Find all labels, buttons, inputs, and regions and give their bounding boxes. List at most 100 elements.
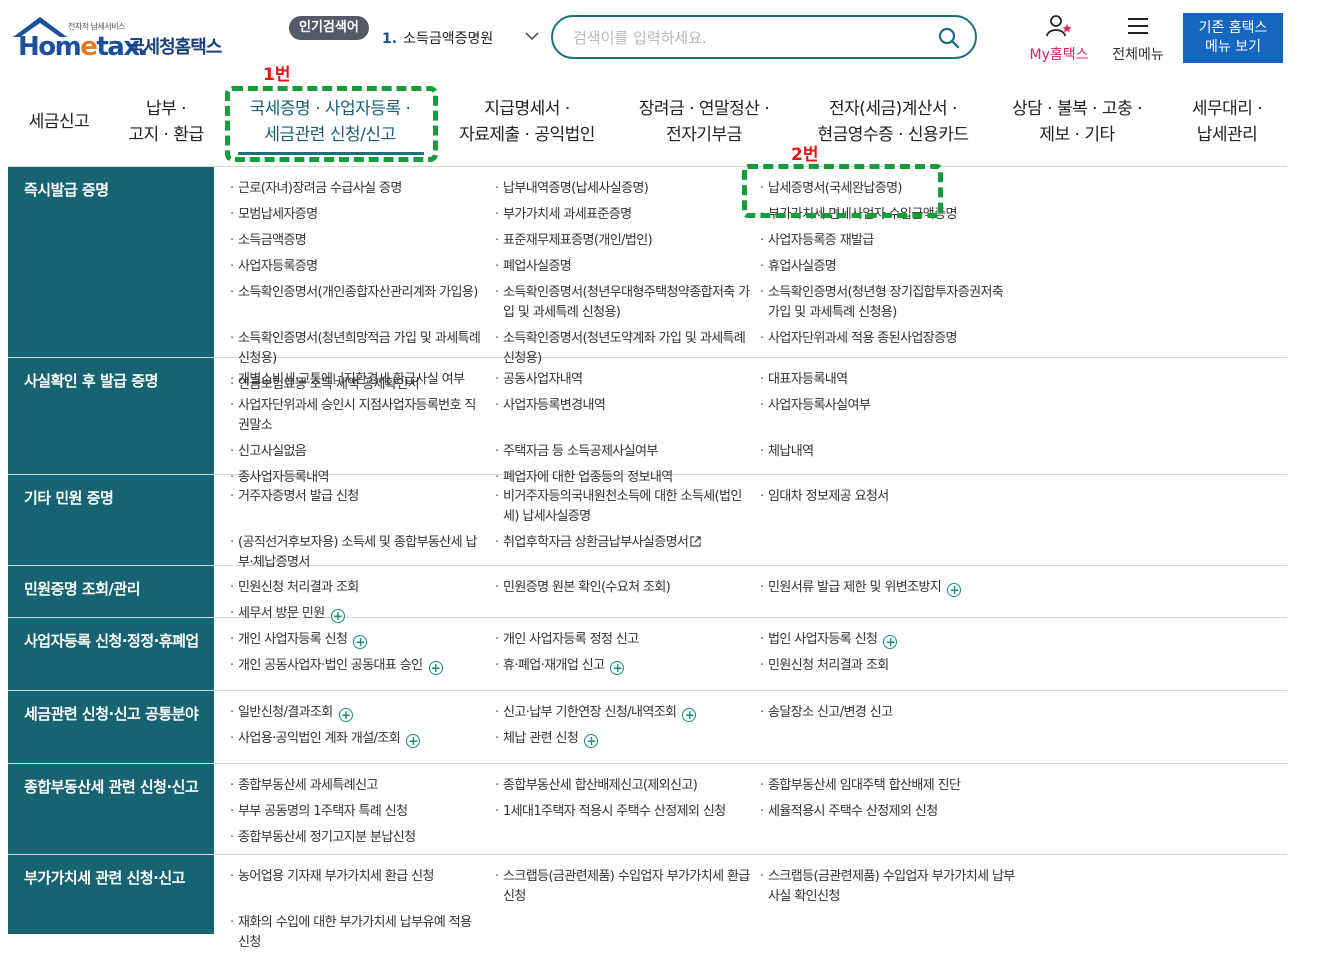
- chevron-down-icon[interactable]: [524, 29, 540, 43]
- external-link-icon[interactable]: [690, 536, 701, 547]
- nav-consult[interactable]: 상담 · 불복 · 고충 · 제보 · 기타: [998, 78, 1156, 166]
- menu-table: 즉시발급 증명 근로(자녀)장려금 수급사실 증명 납부내역증명(납세사실증명) 납세…: [8, 166, 1287, 950]
- menu-link[interactable]: 민원서류 발급 제한 및 위변조방지 +: [758, 578, 1023, 598]
- menu-link[interactable]: 신고사실없음: [228, 442, 493, 462]
- menu-link[interactable]: 사업자등록사실여부: [758, 396, 1023, 436]
- plus-circle-icon[interactable]: +: [947, 583, 962, 597]
- menu-link[interactable]: 농어업용 기자재 부가가치세 환급 신청: [228, 867, 493, 907]
- menu-link[interactable]: 개인 사업자등록 정정 신고: [493, 630, 758, 650]
- menu-link-label: 휴·폐업·재개업 신고: [503, 658, 605, 673]
- menu-link[interactable]: 스크랩등(금관련제품) 수입업자 부가가치세 환급신청: [493, 867, 758, 907]
- menu-link-label: 폐업사실증명: [503, 259, 572, 274]
- menu-link[interactable]: 신고·납부 기한연장 신청/내역조회 +: [493, 703, 758, 723]
- menu-link[interactable]: 비거주자등의국내원천소득에 대한 소득세(법인세) 납세사실증명: [493, 487, 758, 527]
- menu-link[interactable]: 개인 공동사업자·법인 공동대표 승인 +: [228, 656, 493, 676]
- menu-link[interactable]: 종합부동산세 합산배제신고(제외신고): [493, 776, 758, 796]
- menu-link-label: 취업후학자금 상환금납부사실증명서: [503, 535, 689, 550]
- menu-link[interactable]: 대표자등록내역: [758, 370, 1023, 390]
- menu-link[interactable]: 휴·폐업·재개업 신고 +: [493, 656, 758, 676]
- plus-circle-icon[interactable]: +: [330, 609, 345, 623]
- section-links: 근로(자녀)장려금 수급사실 증명 납부내역증명(납세사실증명) 납세증명서(국세완…: [214, 167, 1287, 395]
- menu-link[interactable]: 임대차 정보제공 요청서: [758, 487, 1023, 527]
- menu-link[interactable]: 폐업자에 대한 업종등의 정보내역: [493, 468, 758, 488]
- menu-link[interactable]: 공동사업자내역: [493, 370, 758, 390]
- menu-link[interactable]: 민원신청 처리결과 조회: [758, 656, 1023, 676]
- menu-link[interactable]: 휴업사실증명: [758, 257, 1023, 277]
- menu-link[interactable]: 종합부동산세 과세특례신고: [228, 776, 493, 796]
- menu-link[interactable]: 체납내역: [758, 442, 1023, 462]
- menu-link[interactable]: 근로(자녀)장려금 수급사실 증명: [228, 179, 493, 199]
- plus-circle-icon[interactable]: +: [610, 661, 625, 675]
- menu-link[interactable]: 사업자등록증명: [228, 257, 493, 277]
- plus-circle-icon[interactable]: +: [353, 635, 368, 649]
- menu-link-label: 소득확인증명서(청년우대형주택청약종합저축 가입 및 과세특례 신청용): [503, 285, 750, 320]
- menu-link-label: 스크랩등(금관련제품) 수입업자 부가가치세 환급신청: [503, 869, 750, 904]
- menu-link[interactable]: 일반신청/결과조회 +: [228, 703, 493, 723]
- plus-circle-icon[interactable]: +: [584, 734, 599, 748]
- menu-link[interactable]: 부가가치세 면세사업자 수입금액증명: [758, 205, 1023, 225]
- menu-link[interactable]: 사업용·공익법인 계좌 개설/조회 +: [228, 729, 493, 749]
- plus-circle-icon[interactable]: +: [883, 635, 898, 649]
- menu-link[interactable]: 소득확인증명서(청년희망적금 가입 및 과세특례 신청용): [228, 329, 493, 369]
- section-title: 즉시발급 증명: [8, 167, 214, 357]
- menu-link[interactable]: 재화의 수입에 대한 부가가치세 납부유예 적용 신청: [228, 913, 493, 953]
- menu-link[interactable]: 세무서 방문 민원 +: [228, 604, 493, 624]
- hometax-logo[interactable]: 전자적 납세서비스 Hometax. 국세청홈택스: [10, 15, 230, 65]
- menu-link[interactable]: 거주자증명서 발급 신청: [228, 487, 493, 527]
- menu-link[interactable]: 민원신청 처리결과 조회: [228, 578, 493, 598]
- menu-link[interactable]: 1세대1주택자 적용시 주택수 산정제외 신청: [493, 802, 758, 822]
- menu-link[interactable]: 사업자단위과세 적용 종된사업장증명: [758, 329, 1023, 369]
- menu-link[interactable]: 납세증명서(국세완납증명): [758, 179, 1023, 199]
- menu-link[interactable]: 사업자등록증 재발급: [758, 231, 1023, 251]
- menu-link[interactable]: 사업자등록변경내역: [493, 396, 758, 436]
- menu-link[interactable]: 개별소비세·교통에너지환경세 환급사실 여부: [228, 370, 493, 390]
- menu-link[interactable]: 종합부동산세 임대주택 합산배제 진단: [758, 776, 1023, 796]
- plus-circle-icon[interactable]: +: [428, 661, 443, 675]
- menu-link[interactable]: 종합부동산세 정기고지분 분납신청: [228, 828, 493, 848]
- menu-link[interactable]: 납부내역증명(납세사실증명): [493, 179, 758, 199]
- menu-link[interactable]: 세율적용시 주택수 산정제외 신청: [758, 802, 1023, 822]
- menu-link[interactable]: 송달장소 신고/변경 신고: [758, 703, 1023, 723]
- plus-circle-icon[interactable]: +: [682, 708, 697, 722]
- menu-link[interactable]: 소득확인증명서(청년형 장기집합투자증권저축 가입 및 과세특례 신청용): [758, 283, 1023, 323]
- menu-link[interactable]: 표준재무제표증명(개인/법인): [493, 231, 758, 251]
- menu-link-label: 개별소비세·교통에너지환경세 환급사실 여부: [238, 372, 465, 387]
- menu-link[interactable]: 스크랩등(금관련제품) 수입업자 부가가치세 납부사실 확인신청: [758, 867, 1023, 907]
- menu-link[interactable]: 사업자단위과세 승인시 지점사업자등록번호 직권말소: [228, 396, 493, 436]
- menu-link[interactable]: 폐업사실증명: [493, 257, 758, 277]
- hot-search-item[interactable]: 1. 소득금액증명원: [382, 28, 493, 48]
- menu-link-label: 신고·납부 기한연장 신청/내역조회: [503, 705, 677, 720]
- menu-link[interactable]: 모범납세자증명: [228, 205, 493, 225]
- menu-link[interactable]: 부가가치세 과세표준증명: [493, 205, 758, 225]
- section-row: 기타 민원 증명 거주자증명서 발급 신청 비거주자등의국내원천소득에 대한 소득세…: [8, 474, 1287, 570]
- menu-link[interactable]: 민원증명 원본 확인(수요처 조회): [493, 578, 758, 598]
- nav-e-invoice[interactable]: 전자(세금)계산서 · 현금영수증 · 신용카드: [800, 78, 986, 166]
- search-box: [551, 15, 977, 59]
- menu-link[interactable]: 소득확인증명서(청년우대형주택청약종합저축 가입 및 과세특례 신청용): [493, 283, 758, 323]
- menu-link[interactable]: 소득확인증명서(개인종합자산관리계좌 가입용): [228, 283, 493, 323]
- nav-statements[interactable]: 지급명세서 · 자료제출 · 공익법인: [446, 78, 608, 166]
- search-input[interactable]: [571, 26, 915, 50]
- menu-link[interactable]: 개인 사업자등록 신청 +: [228, 630, 493, 650]
- nav-tax-filing[interactable]: 세금신고: [14, 78, 104, 166]
- menu-link[interactable]: 종사업자등록내역: [228, 468, 493, 488]
- menu-link[interactable]: 소득금액증명: [228, 231, 493, 251]
- menu-link-label: 표준재무제표증명(개인/법인): [503, 233, 653, 248]
- menu-link[interactable]: 소득확인증명서(청년도약계좌 가입 및 과세특례 신청용): [493, 329, 758, 369]
- nav-incentives[interactable]: 장려금 · 연말정산 · 전자기부금: [622, 78, 786, 166]
- menu-link-label: 거주자증명서 발급 신청: [238, 489, 359, 504]
- search-icon[interactable]: [937, 26, 961, 50]
- old-hometax-menu-button[interactable]: 기존 홈택스 메뉴 보기: [1183, 13, 1283, 63]
- menu-link[interactable]: (공직선거후보자용) 소득세 및 종합부동산세 납부·체납증명서: [228, 533, 493, 573]
- menu-link[interactable]: 주택자금 등 소득공제사실여부: [493, 442, 758, 462]
- nav-payment[interactable]: 납부 · 고지 · 환급: [112, 78, 220, 166]
- plus-circle-icon[interactable]: +: [338, 708, 353, 722]
- menu-link[interactable]: 법인 사업자등록 신청 +: [758, 630, 1023, 650]
- my-hometax-button[interactable]: My홈택스: [1024, 14, 1094, 64]
- menu-link[interactable]: 취업후학자금 상환금납부사실증명서: [493, 533, 758, 573]
- nav-tax-agent[interactable]: 세무대리 · 납세관리: [1168, 78, 1286, 166]
- menu-link[interactable]: 체납 관련 신청 +: [493, 729, 758, 749]
- menu-link[interactable]: 부부 공동명의 1주택자 특례 신청: [228, 802, 493, 822]
- all-menu-button[interactable]: 전체메뉴: [1106, 14, 1170, 64]
- plus-circle-icon[interactable]: +: [406, 734, 421, 748]
